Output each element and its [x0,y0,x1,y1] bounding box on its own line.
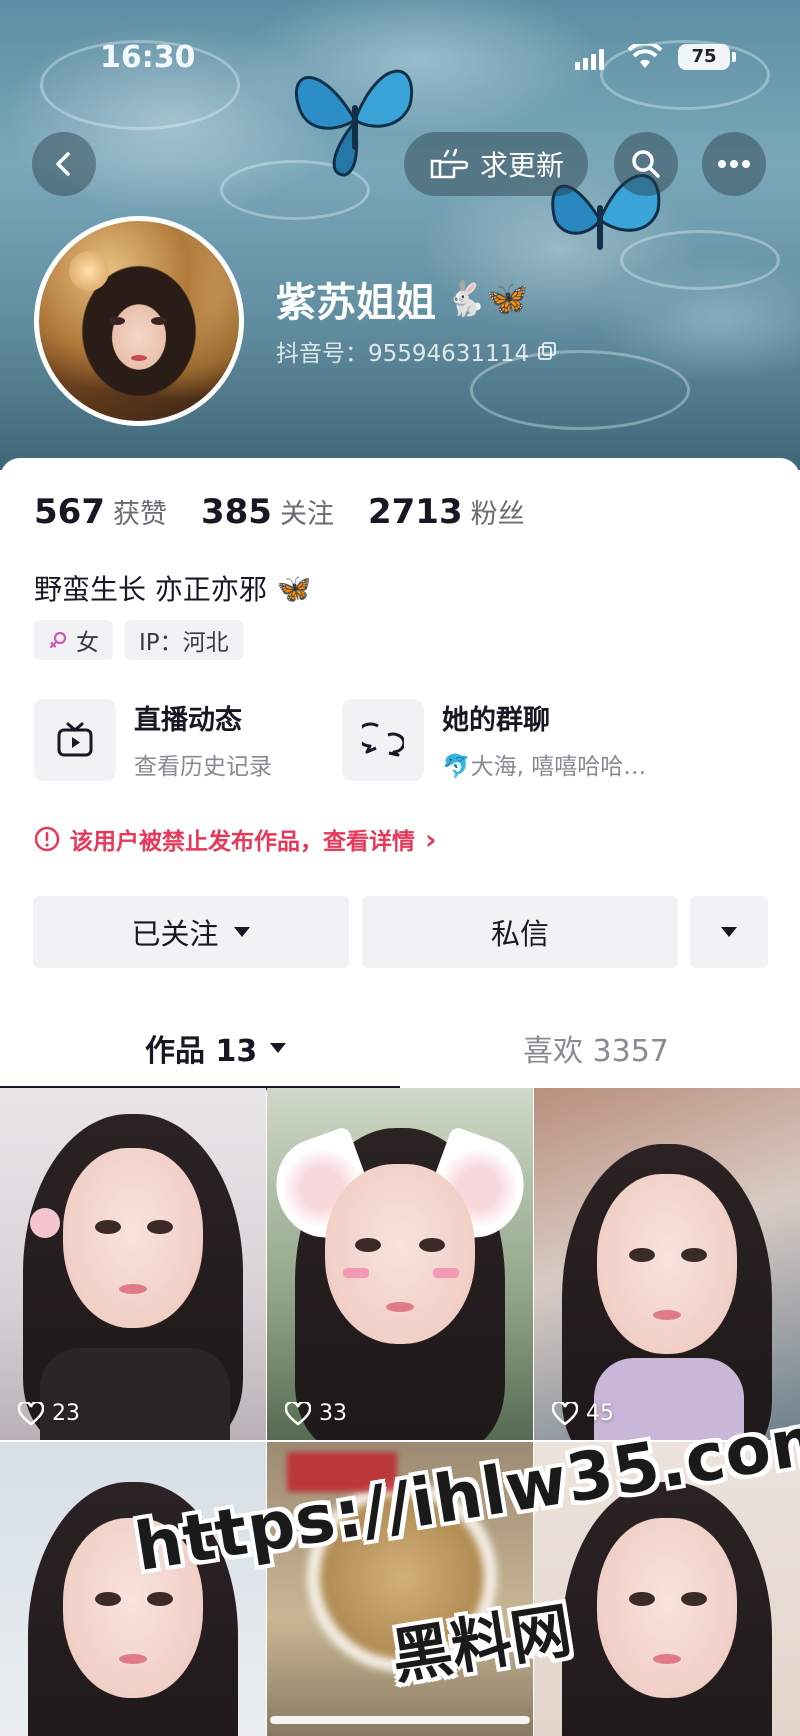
tab-label: 喜欢 3357 [523,1034,669,1069]
video-thumbnail[interactable]: 33 [267,1088,533,1440]
gender-label: 女 [76,630,99,656]
pointing-hand-icon [430,148,468,179]
female-symbol-icon [49,631,67,649]
profile-tags: 女 IP：河北 [34,620,243,660]
stat-value: 2713 [367,492,463,532]
tab-likes[interactable]: 喜欢 3357 [523,1006,669,1090]
feature-title: 直播动态 [134,705,242,736]
stat-value: 567 [34,492,105,532]
chevron-left-icon [56,152,70,176]
request-update-button[interactable]: 求更新 [404,132,588,196]
stat-followers[interactable]: 2713 粉丝 [368,492,525,532]
heart-outline-icon [18,1401,44,1426]
caret-down-icon [721,927,737,937]
profile-stats: 567 获赞 385 关注 2713 粉丝 [34,492,559,532]
cellular-signal-icon [575,48,604,70]
battery-indicator: 75 [678,44,736,70]
profile-bio: 野蛮生长 亦正亦邪 🦋 [34,568,312,608]
status-bar: 16:30 75 [0,38,800,78]
copy-icon[interactable] [537,341,557,361]
warning-text: 该用户被禁止发布作品，查看详情 [70,829,415,855]
douyin-id[interactable]: 抖音号：95594631114 [276,334,557,368]
douyin-id-text: 抖音号：95594631114 [276,341,529,367]
stat-following[interactable]: 385 关注 [201,492,334,532]
stat-value: 385 [200,492,272,532]
tab-label: 作品 13 [145,1034,258,1069]
following-label: 已关注 [131,917,219,951]
like-count-text: 45 [586,1401,614,1426]
heart-outline-icon [552,1401,578,1426]
video-like-count: 45 [552,1401,614,1426]
feature-icon-box [342,698,424,781]
content-tabs: 作品 13 喜欢 3357 [0,1006,800,1090]
live-activity-entry[interactable]: 直播动态 查看历史记录 [34,698,272,781]
request-update-label: 求更新 [479,149,564,182]
tv-icon [57,722,93,756]
bio-text: 野蛮生长 亦正亦邪 [34,573,267,606]
feature-subtitle: 🐬大海, 嘻嘻哈哈… [442,754,647,780]
more-options-button[interactable] [702,132,766,196]
nickname-text: 紫苏姐姐 [276,280,436,326]
following-button[interactable]: 已关注 [33,896,349,968]
tab-works[interactable]: 作品 13 [145,1006,287,1090]
message-label: 私信 [490,917,549,951]
nickname-emoji: 🐇🦋 [444,279,529,319]
search-icon [632,150,660,178]
caret-down-icon [270,1043,287,1053]
ip-label: IP：河北 [139,630,229,656]
more-dots-icon [718,160,750,168]
feature-title: 她的群聊 [442,705,550,736]
video-like-count: 33 [285,1401,347,1426]
search-button[interactable] [614,132,678,196]
video-thumbnail[interactable]: 45 [534,1088,800,1440]
stat-likes[interactable]: 567 获赞 [34,492,167,532]
status-time: 16:30 [100,40,196,75]
profile-nickname: 紫苏姐姐 🐇🦋 [276,270,529,328]
stat-label: 获赞 [112,499,167,530]
ip-location-tag: IP：河北 [125,620,243,660]
stat-label: 关注 [279,499,334,530]
heart-outline-icon [285,1401,311,1426]
video-thumbnail[interactable]: 23 [0,1088,266,1440]
stat-label: 粉丝 [470,499,525,530]
like-count-text: 23 [52,1401,80,1426]
home-indicator[interactable] [270,1716,530,1724]
account-restriction-notice[interactable]: 该用户被禁止发布作品，查看详情 › [34,822,437,856]
more-actions-dropdown[interactable] [690,896,768,968]
feature-subtitle: 查看历史记录 [134,754,272,780]
profile-cover: 16:30 75 求更新 紫苏姐姐 🐇🦋 抖音号：95594631114 [0,0,800,470]
chat-bubbles-icon [362,722,404,756]
video-thumbnail[interactable] [0,1442,266,1736]
chevron-right-icon: › [425,822,437,856]
message-button[interactable]: 私信 [362,896,678,968]
avatar[interactable] [34,216,244,426]
back-button[interactable] [32,132,96,196]
like-count-text: 33 [319,1401,347,1426]
feature-icon-box [34,698,116,781]
video-like-count: 23 [18,1401,80,1426]
gender-tag: 女 [34,620,113,660]
group-chat-entry[interactable]: 她的群聊 🐬大海, 嘻嘻哈哈… [342,698,646,781]
alert-circle-icon [34,826,60,852]
bio-emoji: 🦋 [276,571,312,605]
caret-down-icon [233,927,250,937]
wifi-icon [628,44,662,68]
